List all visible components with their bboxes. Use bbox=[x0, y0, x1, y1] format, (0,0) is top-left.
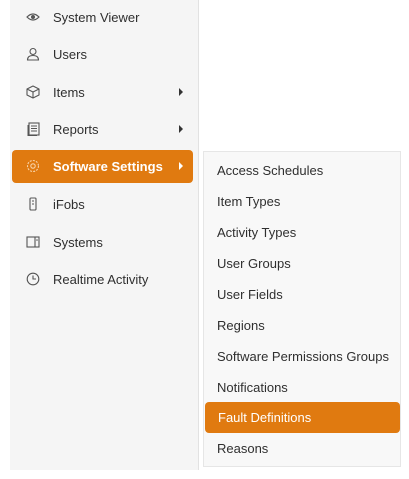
submenu-item-user-groups[interactable]: User Groups bbox=[204, 248, 400, 278]
sidebar-item-label: Reports bbox=[53, 121, 99, 137]
sidebar-item-label: Items bbox=[53, 84, 85, 100]
chevron-right-icon bbox=[179, 162, 183, 170]
report-icon bbox=[25, 121, 41, 137]
clock-icon bbox=[25, 271, 41, 287]
eye-icon bbox=[25, 9, 41, 25]
cube-icon bbox=[25, 84, 41, 100]
fob-icon bbox=[25, 196, 41, 212]
chevron-right-icon bbox=[179, 125, 183, 133]
sidebar-item-label: Users bbox=[53, 46, 87, 62]
submenu-item-item-types[interactable]: Item Types bbox=[204, 186, 400, 216]
sidebar-item-systems[interactable]: Systems bbox=[12, 226, 193, 258]
submenu-item-reasons[interactable]: Reasons bbox=[204, 433, 400, 463]
sidebar-item-items[interactable]: Items bbox=[12, 76, 193, 108]
sidebar-item-realtime-activity[interactable]: Realtime Activity bbox=[12, 263, 193, 295]
software-settings-submenu: Access Schedules Item Types Activity Typ… bbox=[203, 151, 401, 467]
submenu-item-software-permissions-groups[interactable]: Software Permissions Groups bbox=[204, 341, 400, 371]
submenu-item-regions[interactable]: Regions bbox=[204, 310, 400, 340]
submenu-item-notifications[interactable]: Notifications bbox=[204, 372, 400, 402]
sidebar-item-software-settings[interactable]: Software Settings bbox=[12, 150, 193, 183]
sidebar-item-ifobs[interactable]: iFobs bbox=[12, 188, 193, 220]
submenu-item-activity-types[interactable]: Activity Types bbox=[204, 217, 400, 247]
sidebar-item-reports[interactable]: Reports bbox=[12, 113, 193, 145]
user-icon bbox=[25, 46, 41, 62]
sidebar-item-label: System Viewer bbox=[53, 9, 140, 25]
gear-icon bbox=[25, 158, 41, 174]
sidebar-item-label: Software Settings bbox=[53, 159, 163, 174]
sidebar: System Viewer Users Items Reports Softwa… bbox=[10, 0, 199, 470]
sidebar-item-label: Realtime Activity bbox=[53, 271, 149, 287]
submenu-item-access-schedules[interactable]: Access Schedules bbox=[204, 155, 400, 185]
sidebar-item-system-viewer[interactable]: System Viewer bbox=[12, 1, 193, 33]
systems-icon bbox=[25, 234, 41, 250]
sidebar-item-label: Systems bbox=[53, 234, 103, 250]
chevron-right-icon bbox=[179, 88, 183, 96]
submenu-item-fault-definitions[interactable]: Fault Definitions bbox=[205, 402, 400, 433]
sidebar-item-label: iFobs bbox=[53, 196, 85, 212]
sidebar-item-users[interactable]: Users bbox=[12, 38, 193, 70]
submenu-item-user-fields[interactable]: User Fields bbox=[204, 279, 400, 309]
